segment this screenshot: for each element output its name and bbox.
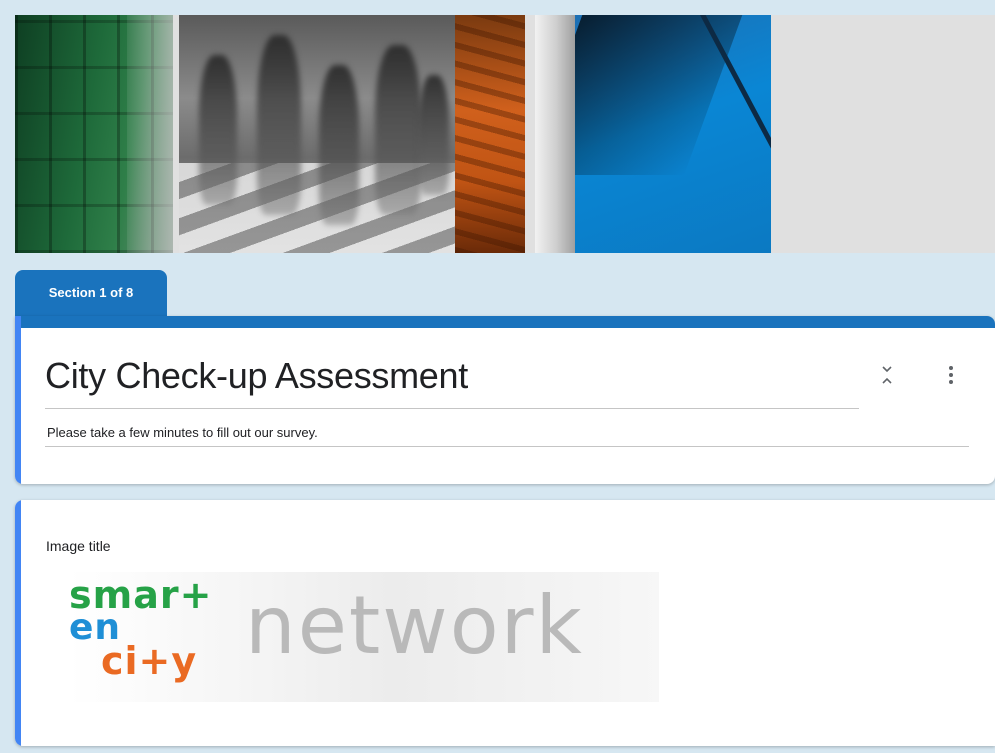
collapse-section-button[interactable]: [873, 360, 901, 390]
blurred-figure: [257, 35, 301, 215]
more-vert-icon: [949, 366, 953, 384]
header-banner-image: [15, 15, 995, 253]
form-editor-page: Section 1 of 8 City Check-up Assessment …: [0, 0, 995, 753]
card-accent-strip: [15, 316, 995, 328]
card-active-indicator: [15, 316, 21, 484]
logo-text-network: network: [245, 579, 584, 672]
blurred-figure: [375, 45, 421, 215]
banner-panel-spotlight: [535, 15, 577, 253]
form-title-card[interactable]: City Check-up Assessment Please take a f…: [15, 316, 995, 484]
banner-panel-crowd: [179, 15, 457, 253]
image-item-card[interactable]: Image title smar+ en ci+y network: [15, 500, 995, 746]
blurred-figure: [419, 75, 449, 195]
banner-shadow: [575, 15, 746, 175]
description-underline: [45, 446, 969, 447]
form-title-input[interactable]: City Check-up Assessment: [45, 354, 468, 398]
collapse-icon: [882, 366, 892, 384]
form-description-input[interactable]: Please take a few minutes to fill out ou…: [47, 425, 318, 440]
smart-en-city-network-logo: smar+ en ci+y network: [69, 572, 659, 702]
more-options-button[interactable]: [937, 360, 965, 390]
banner-panel-blue: [575, 15, 771, 253]
banner-panel-orange: [455, 15, 525, 253]
banner-panel-green: [15, 15, 173, 253]
blurred-figure: [199, 55, 237, 205]
title-underline: [45, 408, 859, 409]
card-left-border: [15, 500, 21, 746]
blurred-figure: [319, 65, 359, 225]
logo-text-city: ci+y: [101, 639, 198, 683]
section-tab[interactable]: Section 1 of 8: [15, 270, 167, 316]
image-title-label: Image title: [46, 538, 111, 554]
